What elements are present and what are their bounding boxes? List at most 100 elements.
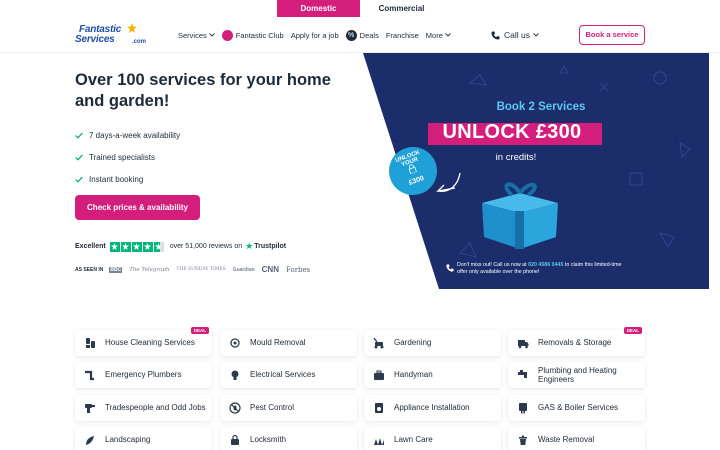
press-logo-telegraph: The Telegraph xyxy=(129,266,170,273)
service-card-label: House Cleaning Services xyxy=(105,338,195,348)
service-card[interactable]: Locksmith xyxy=(220,427,357,450)
check-icon xyxy=(75,176,83,183)
check-icon xyxy=(75,132,83,139)
service-card[interactable]: Mould Removal xyxy=(220,330,357,356)
logo-suffix: .com xyxy=(132,39,147,45)
service-card[interactable]: Removals & Storage DEAL xyxy=(508,327,645,356)
feature-label: Trained specialists xyxy=(89,152,155,162)
toolbox-icon xyxy=(374,370,384,380)
nav-club[interactable]: Fantastic Club xyxy=(221,29,284,41)
book-service-button[interactable]: Book a service xyxy=(579,25,645,45)
service-card-label: Electrical Services xyxy=(250,370,316,380)
site-header: Fantastic Services .com Services Fantast… xyxy=(0,17,720,53)
mould-icon xyxy=(230,338,240,348)
phone-icon xyxy=(491,30,500,40)
service-card[interactable]: Pest Control xyxy=(220,395,357,421)
trustpilot-brand: Trustpilot xyxy=(254,243,287,250)
service-card-label: Appliance Installation xyxy=(394,403,470,413)
crown-icon xyxy=(221,29,233,41)
badge-bottom-text: £300 xyxy=(408,174,426,187)
lock-icon xyxy=(408,164,418,175)
check-prices-button[interactable]: Check prices & availability xyxy=(75,195,200,220)
logo-star-icon xyxy=(127,23,137,33)
drill-icon xyxy=(85,404,95,413)
service-card[interactable]: GAS & Boiler Services xyxy=(508,395,645,421)
tab-commercial[interactable]: Commercial xyxy=(360,0,443,17)
nav-deals[interactable]: % Deals xyxy=(345,29,379,41)
chevron-down-icon xyxy=(445,33,451,37)
service-card[interactable]: Waste Removal xyxy=(508,427,645,450)
service-card-label: Lawn Care xyxy=(394,435,433,445)
press-logo-forbes: Forbes xyxy=(286,265,311,274)
nav-club-label: Fantastic Club xyxy=(235,30,284,40)
service-card[interactable]: Appliance Installation xyxy=(364,395,501,421)
service-card[interactable]: Plumbing and Heating Engineers xyxy=(508,362,645,388)
deal-badge: DEAL xyxy=(190,327,209,334)
service-card-label: Plumbing and Heating Engineers xyxy=(538,365,617,385)
service-card-label: Removals & Storage xyxy=(538,338,612,348)
press-logo-bbc: BBC xyxy=(109,266,123,273)
bin-icon xyxy=(519,435,527,445)
cleaning-icon xyxy=(86,338,95,348)
star-icon xyxy=(109,241,120,252)
service-card[interactable]: Tradespeople and Odd Jobs xyxy=(75,395,212,421)
press-logo-sunday-times: THE SUNDAY TIMES xyxy=(176,267,226,272)
feature-item: 7 days-a-week availability xyxy=(75,124,180,146)
nav-apply-label: Apply for a job xyxy=(290,30,339,40)
trust-reviews: over 51,000 reviews on xyxy=(169,243,243,250)
trustpilot-widget[interactable]: Excellent over 51,000 reviews on ★ Trust… xyxy=(75,241,286,252)
nav-apply[interactable]: Apply for a job xyxy=(291,31,339,40)
nav-franchise[interactable]: Franchise xyxy=(386,31,419,40)
logo[interactable]: Fantastic Services .com xyxy=(75,23,153,48)
lawn-icon xyxy=(374,438,384,445)
promo-note: Don't miss out! Call us now at 020 4586 … xyxy=(457,262,632,276)
service-card[interactable]: Landscaping xyxy=(75,427,212,450)
press-logo-cnn: CNN xyxy=(261,265,279,274)
locksmith-icon xyxy=(231,434,239,445)
van-icon xyxy=(518,340,529,349)
hero-title: Over 100 services for your home and gard… xyxy=(75,71,331,110)
service-card[interactable]: Emergency Plumbers xyxy=(75,362,212,388)
tap-icon xyxy=(518,370,527,378)
feature-item: Instant booking xyxy=(75,168,180,190)
star-icon xyxy=(153,241,164,252)
nav-services-label: Services xyxy=(178,30,207,40)
service-card-label: Handyman xyxy=(394,370,433,380)
promo-title: Book 2 Services xyxy=(496,101,586,113)
trustpilot-star-icon: ★ xyxy=(245,241,254,251)
trustpilot-logo: ★ Trustpilot xyxy=(245,241,286,252)
deal-badge: DEAL xyxy=(623,327,642,334)
feature-item: Trained specialists xyxy=(75,146,180,168)
nav-more[interactable]: More xyxy=(426,31,451,40)
star-icon xyxy=(142,241,153,252)
service-card[interactable]: Gardening xyxy=(364,330,501,356)
promo-phone[interactable]: 020 4586 0445 xyxy=(528,262,563,268)
service-card-label: Tradespeople and Odd Jobs xyxy=(105,403,206,413)
tab-domestic[interactable]: Domestic xyxy=(277,0,360,17)
chevron-down-icon xyxy=(533,33,539,37)
call-us[interactable]: Call us xyxy=(491,17,539,53)
service-card-label: Emergency Plumbers xyxy=(105,370,182,380)
main-nav: Services Fantastic Club Apply for a job … xyxy=(178,17,458,53)
promo-note-pre: Don't miss out! Call us now at xyxy=(457,262,529,268)
service-card[interactable]: Electrical Services xyxy=(220,362,357,388)
service-card-label: Pest Control xyxy=(250,403,295,413)
nav-more-label: More xyxy=(425,30,443,40)
service-card-label: Mould Removal xyxy=(250,338,306,348)
nav-franchise-label: Franchise xyxy=(385,30,419,40)
boiler-icon xyxy=(519,403,527,414)
service-card[interactable]: Lawn Care xyxy=(364,427,501,450)
service-card[interactable]: House Cleaning Services DEAL xyxy=(75,327,212,356)
landscaping-icon xyxy=(86,436,94,445)
segment-bar: Domestic Commercial xyxy=(0,0,720,17)
check-icon xyxy=(75,154,83,161)
pipe-icon xyxy=(85,370,94,381)
promo-unlock: UNLOCK £300 xyxy=(442,121,582,143)
service-card[interactable]: Handyman xyxy=(364,362,501,388)
feature-label: 7 days-a-week availability xyxy=(89,130,181,140)
nav-services[interactable]: Services xyxy=(178,31,215,40)
as-seen-in: AS SEEN IN BBC The Telegraph THE SUNDAY … xyxy=(75,265,317,274)
press-logo-guardian: Guardian xyxy=(232,266,255,273)
logo-line2: Services xyxy=(75,34,115,45)
chevron-down-icon xyxy=(208,33,215,37)
